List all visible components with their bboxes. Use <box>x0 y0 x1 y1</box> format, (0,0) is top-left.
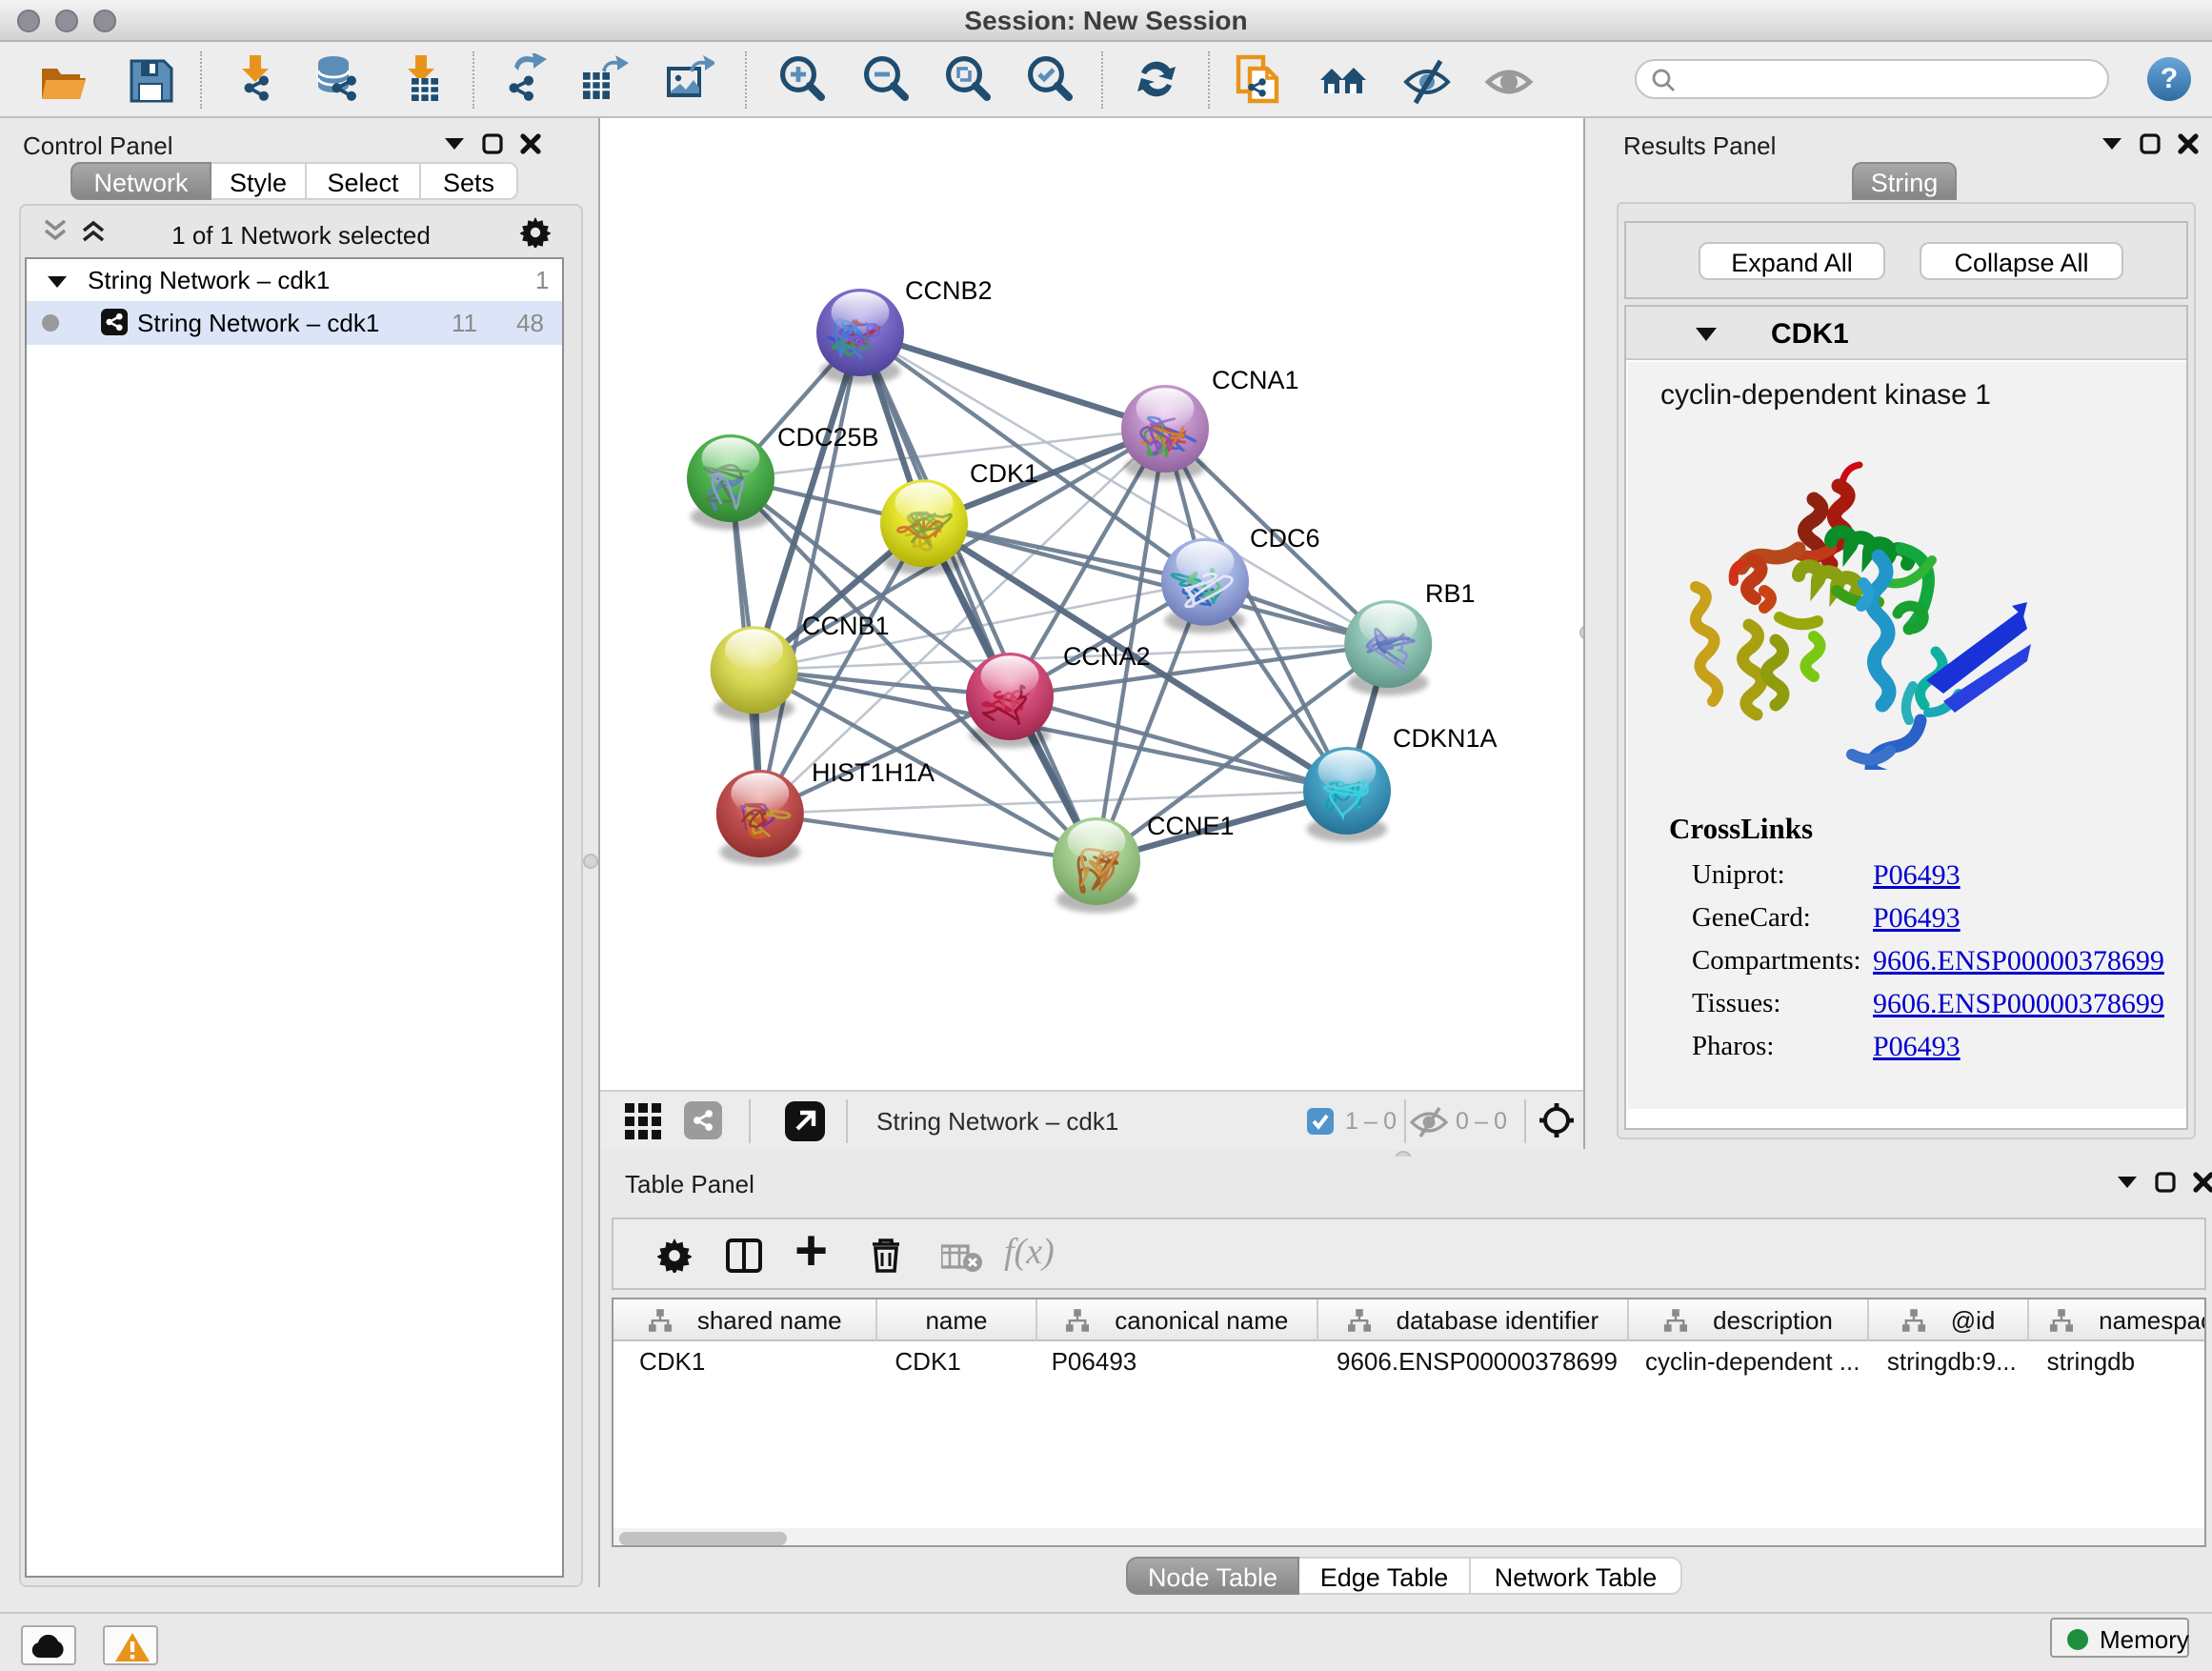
svg-text:CDC6: CDC6 <box>1250 524 1320 553</box>
svg-text:CDKN1A: CDKN1A <box>1393 724 1498 753</box>
svg-text:CCNE1: CCNE1 <box>1147 812 1235 840</box>
svg-text:CCNA2: CCNA2 <box>1063 642 1151 671</box>
svg-text:CDK1: CDK1 <box>970 459 1038 488</box>
svg-text:HIST1H1A: HIST1H1A <box>812 758 935 787</box>
svg-text:CDC25B: CDC25B <box>777 423 879 452</box>
svg-text:CCNA1: CCNA1 <box>1212 366 1299 394</box>
svg-text:CCNB2: CCNB2 <box>905 276 993 305</box>
svg-text:RB1: RB1 <box>1425 579 1476 608</box>
svg-text:CCNB1: CCNB1 <box>802 612 890 640</box>
